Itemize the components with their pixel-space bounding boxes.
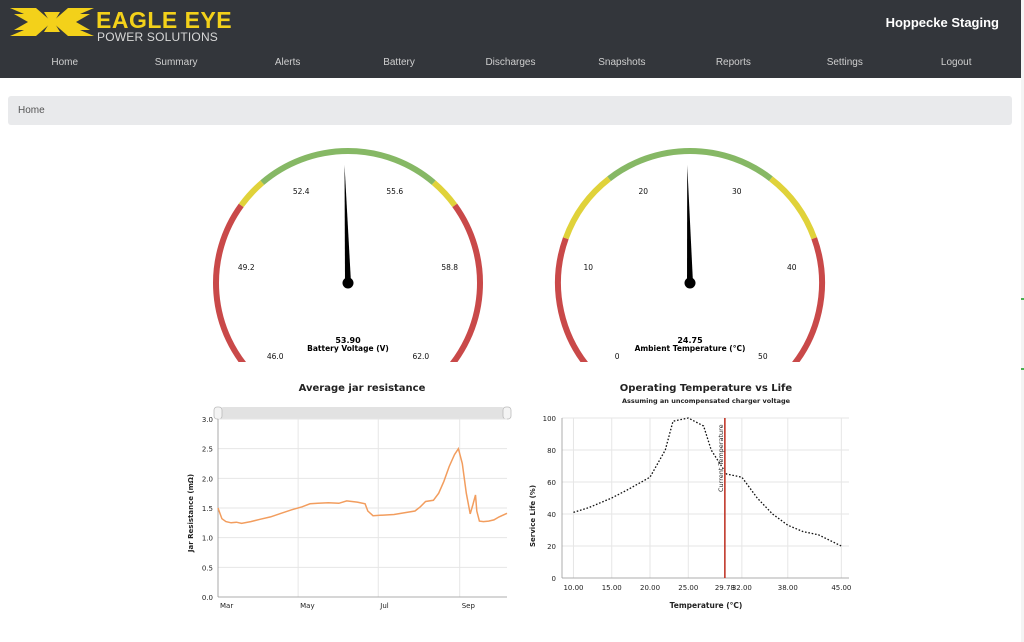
y-tick-label: 100 (543, 415, 556, 423)
nav-snapshots[interactable]: Snapshots (566, 55, 677, 71)
gauge-tick-label: 62.0 (412, 352, 429, 361)
range-handle-left[interactable] (213, 406, 223, 420)
gauge-band-yellow (431, 180, 458, 208)
gauge-band-red (791, 237, 825, 362)
ambient-temperature-gauge: 01020 304050 24.75 Ambient Temperature (°… (555, 148, 825, 362)
nav-battery[interactable]: Battery (343, 55, 454, 71)
y-tick-label: 2.5 (202, 446, 213, 454)
nav-discharges[interactable]: Discharges (455, 55, 566, 71)
temperature-life-chart: Operating Temperature vs Life Assuming a… (529, 383, 851, 610)
nav-alerts[interactable]: Alerts (232, 55, 343, 71)
temperature-life-title: Operating Temperature vs Life (620, 383, 793, 394)
gauge-needle (344, 165, 351, 284)
breadcrumb-home[interactable]: Home (18, 105, 45, 116)
y-tick-label: 0.0 (202, 594, 213, 602)
gauge-tick-label: 30 (732, 187, 742, 196)
nav-settings[interactable]: Settings (789, 55, 900, 71)
current-temperature-label: Current Temperature (717, 424, 725, 492)
gauge-tick-label: 20 (638, 187, 648, 196)
gauge-hub (342, 277, 354, 289)
gauge-hub (684, 277, 696, 289)
gauge-tick-label: 52.4 (293, 187, 310, 196)
gauge-band-green (260, 148, 436, 185)
jar-resistance-series (217, 446, 508, 525)
gauge-tick-label: 49.2 (238, 263, 255, 272)
nav-logout[interactable]: Logout (901, 55, 1012, 71)
gauge-tick-label: 55.6 (386, 187, 403, 196)
x-tick-label: 10.00 (563, 584, 583, 592)
jar-resistance-chart: Average jar resistance 0.0 0.5 1.0 1.5 2.0 2.… (187, 383, 512, 610)
temperature-life-ylabel: Service Life (%) (529, 485, 537, 547)
x-tick-label: 45.00 (831, 584, 851, 592)
gauge-band-yellow (238, 180, 265, 208)
x-tick-label: 15.00 (602, 584, 622, 592)
y-tick-label: 1.5 (202, 505, 213, 513)
gauge-tick-label: 58.8 (441, 263, 458, 272)
y-tick-label: 3.0 (202, 416, 213, 424)
breadcrumb: Home (8, 96, 1012, 125)
temperature-life-subtitle: Assuming an uncompensated charger voltag… (622, 397, 791, 405)
gauge-band-red (213, 203, 247, 362)
y-tick-label: 20 (547, 543, 556, 551)
main-nav: Home Summary Alerts Battery Discharges S… (9, 55, 1012, 71)
y-tick-label: 40 (547, 511, 556, 519)
battery-voltage-gauge: 46.049.252.4 55.658.862.0 53.90 Battery V… (213, 148, 483, 362)
nav-reports[interactable]: Reports (678, 55, 789, 71)
y-tick-label: 80 (547, 447, 556, 455)
ambient-temperature-label: Ambient Temperature (°C) (635, 344, 746, 353)
y-tick-label: 60 (547, 479, 556, 487)
range-handle-right[interactable] (502, 406, 512, 420)
x-tick-label: 20.00 (640, 584, 660, 592)
y-tick-label: 2.0 (202, 475, 213, 483)
x-tick-label: Mar (220, 602, 233, 610)
gauge-band-red (555, 237, 589, 362)
site-name: Hoppecke Staging (885, 15, 999, 30)
gauge-tick-label: 0 (615, 352, 620, 361)
x-tick-label: 38.00 (778, 584, 798, 592)
gauge-band-green (607, 148, 773, 182)
nav-summary[interactable]: Summary (120, 55, 231, 71)
x-tick-label: 32.00 (732, 584, 752, 592)
jar-resistance-title: Average jar resistance (299, 383, 426, 394)
gauge-band-red (449, 203, 483, 362)
jar-resistance-ylabel: Jar Resistance (mΩ) (187, 474, 195, 553)
range-selector-track[interactable] (218, 407, 507, 419)
gauge-tick-label: 40 (787, 263, 797, 272)
gauge-tick-label: 50 (758, 352, 768, 361)
x-tick-label: 25.00 (678, 584, 698, 592)
app-header: EAGLE EYE POWER SOLUTIONS Hoppecke Stagi… (0, 0, 1021, 78)
y-tick-label: 0 (552, 575, 556, 583)
gauge-band-yellow (562, 176, 611, 240)
y-tick-label: 1.0 (202, 535, 213, 543)
battery-voltage-label: Battery Voltage (V) (307, 344, 389, 353)
nav-home[interactable]: Home (9, 55, 120, 71)
temperature-life-xlabel: Temperature (°C) (670, 601, 743, 610)
gauge-band-yellow (769, 176, 818, 240)
gauge-needle (687, 165, 693, 284)
x-tick-label: May (300, 602, 314, 610)
eagle-eye-logo-icon (10, 8, 94, 36)
x-tick-label: Jul (379, 602, 389, 610)
brand-logo[interactable]: EAGLE EYE POWER SOLUTIONS (10, 6, 232, 44)
x-tick-label: Sep (462, 602, 476, 610)
y-tick-label: 0.5 (202, 564, 213, 572)
gauge-tick-label: 10 (583, 263, 593, 272)
gauge-tick-label: 46.0 (267, 352, 284, 361)
brand-tagline: POWER SOLUTIONS (97, 30, 219, 44)
